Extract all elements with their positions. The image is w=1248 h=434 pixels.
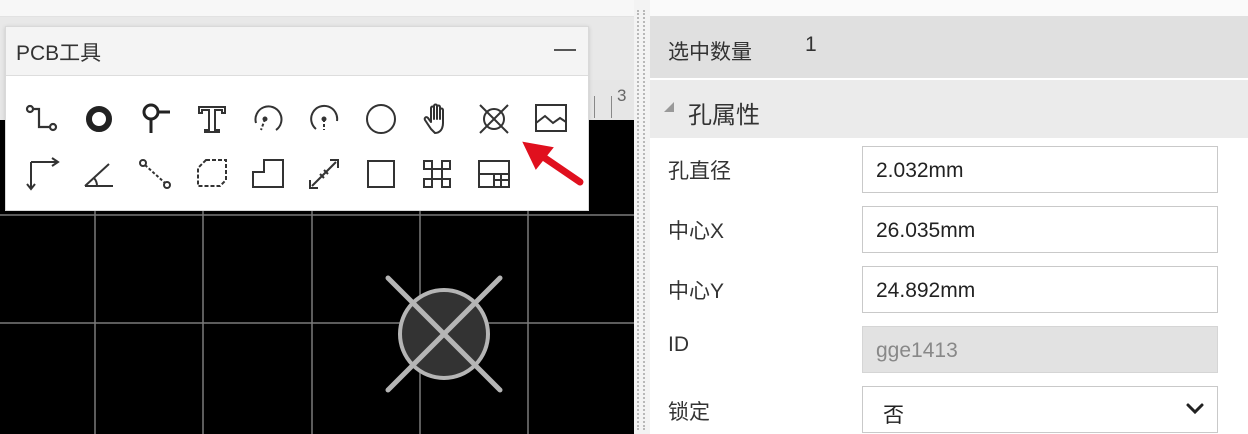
- rectangle-icon[interactable]: [361, 154, 401, 194]
- ruler-tick: [611, 96, 612, 118]
- minimize-button[interactable]: [554, 49, 576, 51]
- group-title: 孔属性: [688, 102, 760, 129]
- id-input: gge1413: [862, 326, 1218, 373]
- arc-icon[interactable]: [248, 99, 288, 139]
- center-y-label: 中心Y: [668, 280, 725, 303]
- pan-hand-icon[interactable]: [417, 99, 457, 139]
- measure-icon[interactable]: [304, 154, 344, 194]
- hole-diameter-label: 孔直径: [668, 160, 731, 183]
- selected-count-label: 选中数量: [668, 41, 752, 64]
- lock-select[interactable]: 否: [862, 386, 1218, 433]
- hole-icon[interactable]: [474, 99, 514, 139]
- hole-marker: [385, 275, 503, 393]
- splitter-grip: [643, 10, 645, 430]
- pcb-tools-panel: PCB工具: [5, 26, 589, 211]
- pcb-tools-header[interactable]: PCB工具: [6, 27, 588, 76]
- hole-diameter-input[interactable]: 2.032mm: [862, 146, 1218, 193]
- connect-icon[interactable]: [135, 154, 175, 194]
- properties-top-bar: [650, 0, 1248, 16]
- hole-properties-group[interactable]: 孔属性: [650, 80, 1248, 138]
- center-x-label: 中心X: [668, 220, 725, 243]
- annotation-arrow-icon: [522, 141, 584, 186]
- table-icon[interactable]: [474, 154, 514, 194]
- center-x-input[interactable]: 26.035mm: [862, 206, 1218, 253]
- canvas-origin-icon[interactable]: [417, 154, 457, 194]
- ruler-label: 3: [617, 86, 627, 105]
- ruler-tick: [594, 96, 595, 118]
- lock-select-value: 否: [883, 404, 904, 427]
- solid-region-icon[interactable]: [248, 154, 288, 194]
- pad-icon[interactable]: [79, 99, 119, 139]
- angle-icon[interactable]: [79, 154, 119, 194]
- id-label: ID: [668, 333, 689, 356]
- properties-panel: 选中数量 1 孔属性 孔直径 2.032mm 中心X 26.035mm 中心Y …: [650, 0, 1248, 434]
- lock-label: 锁定: [668, 401, 710, 424]
- image-icon[interactable]: [531, 99, 571, 139]
- center-arc-icon[interactable]: [304, 99, 344, 139]
- via-icon[interactable]: [135, 99, 175, 139]
- circle-icon[interactable]: [361, 99, 401, 139]
- chevron-down-icon: [1186, 403, 1204, 415]
- track-icon[interactable]: [23, 99, 63, 139]
- selected-count-row: 选中数量 1: [650, 16, 1248, 78]
- panel-splitter[interactable]: [634, 0, 650, 434]
- selected-count-value: 1: [805, 33, 817, 56]
- collapse-triangle-icon[interactable]: [664, 102, 674, 112]
- center-y-input[interactable]: 24.892mm: [862, 266, 1218, 313]
- canvas-area: 3 PCB工具: [0, 0, 634, 434]
- copper-area-icon[interactable]: [192, 154, 232, 194]
- top-bar: [0, 0, 634, 17]
- pcb-tools-title: PCB工具: [16, 42, 102, 65]
- text-icon[interactable]: [192, 99, 232, 139]
- dimension-icon[interactable]: [23, 154, 63, 194]
- splitter-grip: [637, 10, 639, 430]
